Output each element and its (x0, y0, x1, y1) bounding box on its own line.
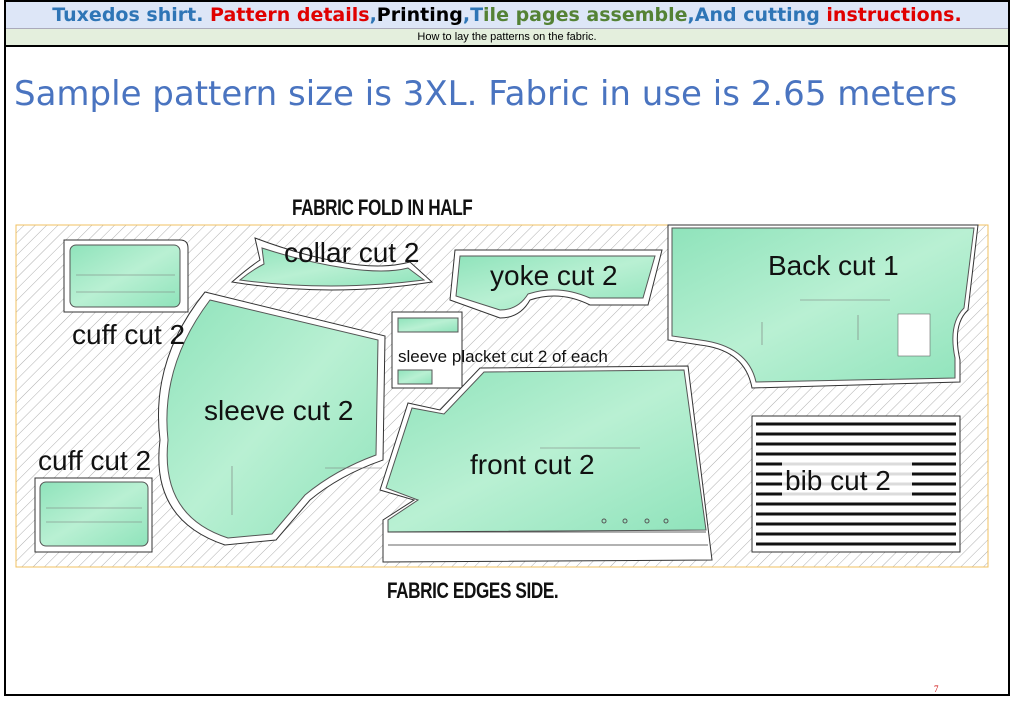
placket-label: sleeve placket cut 2 of each (398, 347, 608, 366)
cuff-bottom-label: cuff cut 2 (38, 445, 151, 476)
cuff-piece-bottom (34, 477, 153, 553)
fabric-fold-label: FABRIC FOLD IN HALF (292, 195, 473, 220)
back-label: Back cut 1 (768, 250, 899, 281)
collar-label: collar cut 2 (284, 237, 419, 268)
cuff-top-label: cuff cut 2 (72, 319, 185, 350)
cuff-piece-top (63, 239, 189, 313)
yoke-label: yoke cut 2 (490, 260, 618, 291)
fabric-edges-label: FABRIC EDGES SIDE. (387, 578, 559, 603)
front-label: front cut 2 (470, 449, 595, 480)
page-number: 7 (934, 684, 939, 694)
bib-label: bib cut 2 (785, 465, 891, 496)
sleeve-label: sleeve cut 2 (204, 395, 353, 426)
